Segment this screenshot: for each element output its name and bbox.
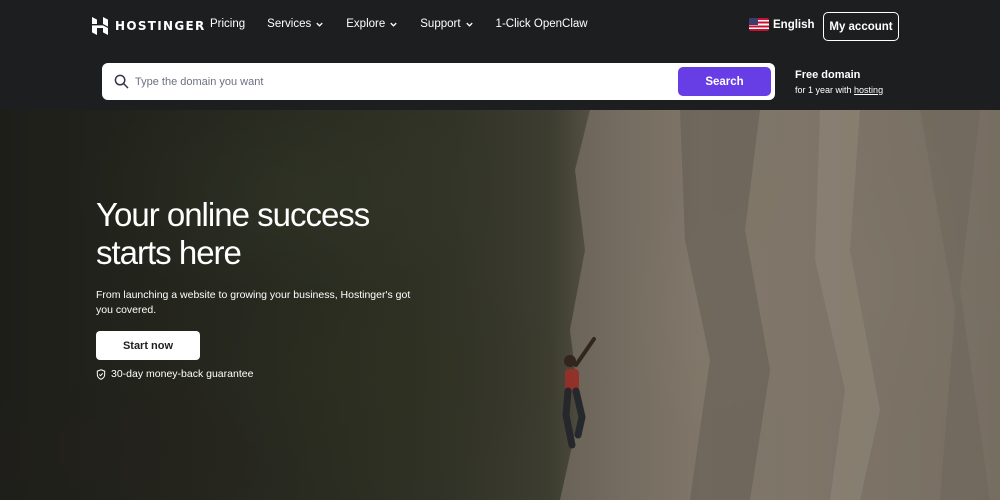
- search-icon: [114, 74, 129, 89]
- brand-logo[interactable]: HOSTINGER: [92, 17, 206, 35]
- nav-item-label: Explore: [346, 18, 386, 30]
- chevron-down-icon: [465, 22, 473, 27]
- nav-item-label: 1-Click OpenClaw: [495, 18, 588, 30]
- guarantee-text: 30-day money-back guarantee: [111, 368, 254, 380]
- domain-search-bar: Search: [102, 63, 775, 100]
- language-selector[interactable]: English: [749, 18, 815, 31]
- us-flag-icon: [749, 18, 769, 31]
- nav-links: Pricing Services Explore Support 1-Click…: [210, 18, 610, 30]
- nav-item-label: Services: [267, 18, 312, 30]
- nav-item-explore[interactable]: Explore: [346, 18, 398, 30]
- money-back-guarantee: 30-day money-back guarantee: [96, 368, 253, 380]
- promo-subtitle: for 1 year with hosting: [795, 85, 883, 95]
- top-nav: HOSTINGER Pricing Services Explore Suppo…: [0, 0, 1000, 52]
- my-account-button[interactable]: My account: [823, 12, 899, 41]
- nav-item-support[interactable]: Support: [420, 18, 473, 30]
- hero-title: Your online success starts here: [96, 196, 370, 271]
- search-button[interactable]: Search: [678, 67, 771, 96]
- nav-item-label: Support: [420, 18, 461, 30]
- promo-subtitle-text: for 1 year with: [795, 85, 852, 95]
- chevron-down-icon: [390, 22, 397, 27]
- nav-item-pricing[interactable]: Pricing: [210, 18, 245, 30]
- hostinger-logo-icon: [92, 17, 108, 35]
- domain-search-input[interactable]: [135, 69, 665, 94]
- hosting-link[interactable]: hosting: [854, 85, 883, 95]
- hero-subtitle: From launching a website to growing your…: [96, 289, 411, 316]
- nav-item-label: Pricing: [210, 18, 246, 30]
- nav-item-openclaw[interactable]: 1-Click OpenClaw: [496, 18, 588, 30]
- language-label: English: [773, 18, 815, 31]
- nav-item-services[interactable]: Services: [267, 18, 324, 30]
- header: HOSTINGER Pricing Services Explore Suppo…: [0, 0, 1000, 110]
- brand-name: HOSTINGER: [115, 19, 206, 33]
- shield-icon: [96, 368, 106, 380]
- hero-section: Your online success starts here From lau…: [0, 110, 1000, 500]
- free-domain-promo: Free domain for 1 year with hosting: [795, 69, 883, 95]
- promo-title: Free domain: [795, 69, 861, 81]
- start-now-button[interactable]: Start now: [96, 331, 200, 360]
- chevron-down-icon: [316, 22, 323, 27]
